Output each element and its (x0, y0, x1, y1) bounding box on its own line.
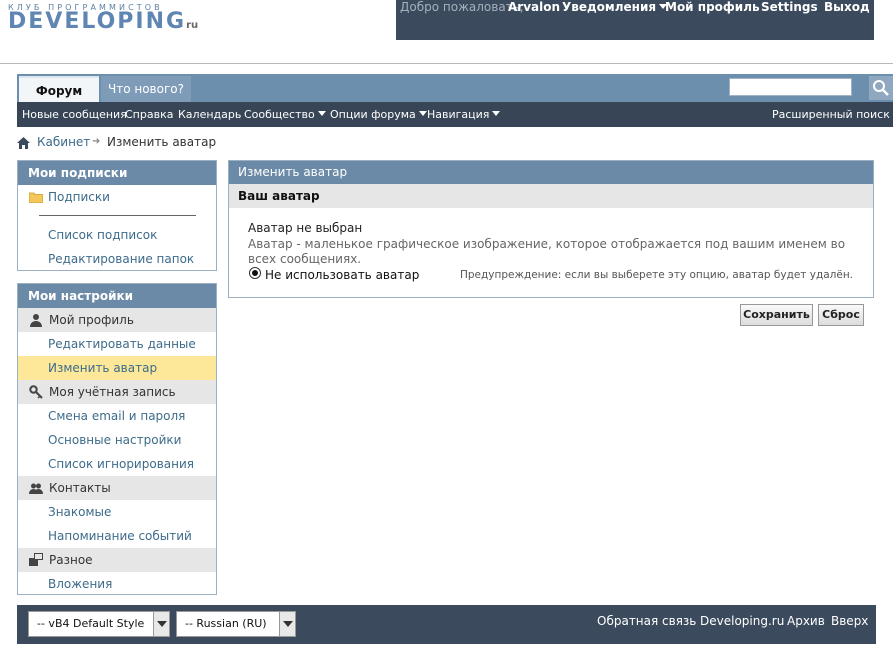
search-input[interactable] (729, 78, 852, 96)
advanced-search-link[interactable]: Расширенный поиск (772, 108, 890, 121)
logo-name: DEVELOPINGru (8, 9, 199, 34)
subnav-forum-options[interactable]: Опции форума (330, 108, 427, 121)
folder-icon (29, 192, 43, 203)
subscription-list-link[interactable]: Список подписок (18, 223, 216, 247)
username-link[interactable]: Arvalon (508, 0, 560, 14)
section-misc: Разное (18, 548, 216, 572)
divider (39, 215, 196, 216)
home-icon[interactable] (17, 137, 30, 149)
welcome-text: Добро пожаловать, (400, 0, 524, 14)
contacts-icon (29, 483, 43, 494)
panel-subtitle: Ваш аватар (229, 184, 873, 208)
logo-suffix: ru (186, 20, 199, 31)
top-link[interactable]: Вверх (831, 614, 868, 628)
subnav-help[interactable]: Справка (125, 108, 173, 121)
change-email-password-link[interactable]: Смена email и пароля (18, 404, 216, 428)
save-button[interactable]: Сохранить (740, 304, 813, 326)
settings-block: Мои настройки Мой профиль Редактировать … (17, 283, 217, 595)
avatar-description: Аватар - маленькое графическое изображен… (248, 237, 846, 266)
top-links: Добро пожаловать, Arvalon Уведомления Мо… (396, 0, 874, 40)
event-reminders-link[interactable]: Напоминание событий (18, 524, 216, 548)
archive-link[interactable]: Архив (787, 614, 825, 628)
home-site-link[interactable]: Developing.ru (700, 614, 784, 628)
subnav-navigation[interactable]: Навигация (427, 108, 501, 121)
breadcrumb-root[interactable]: Кабинет (37, 135, 90, 149)
ignore-list-link[interactable]: Список игнорирования (18, 452, 216, 476)
attachments-link[interactable]: Вложения (18, 572, 216, 596)
edit-details-link[interactable]: Редактировать данные (18, 332, 216, 356)
subscriptions-title: Мои подписки (18, 161, 216, 185)
subscriptions-folder[interactable]: Подписки (18, 185, 216, 209)
settings-title: Мои настройки (18, 284, 216, 308)
sub-navigation: Новые сообщения Справка Календарь Сообще… (17, 102, 893, 127)
change-avatar-link[interactable]: Изменить аватар (18, 356, 216, 380)
search-button[interactable] (869, 76, 893, 100)
header: КЛУБ ПРОГРАММИСТОВ DEVELOPINGru Добро по… (0, 0, 893, 64)
feedback-link[interactable]: Обратная связь (597, 614, 696, 628)
no-avatar-radio[interactable] (249, 267, 261, 279)
edit-folders-link[interactable]: Редактирование папок (18, 247, 216, 271)
no-avatar-radio-label[interactable]: Не использовать аватар (265, 268, 419, 282)
search-icon (873, 80, 889, 96)
chevron-down-icon (492, 111, 501, 116)
key-icon (29, 385, 43, 399)
chevron-down-icon (279, 612, 295, 636)
site-logo[interactable]: КЛУБ ПРОГРАММИСТОВ DEVELOPINGru (8, 3, 198, 36)
warning-text: Предупреждение: если вы выберете эту опц… (460, 269, 854, 281)
language-select[interactable]: -- Russian (RU) (176, 611, 296, 637)
change-avatar-panel: Изменить аватар Ваш аватар Аватар не выб… (228, 160, 874, 298)
footer: -- vB4 Default Style -- Russian (RU) Обр… (17, 605, 876, 644)
chevron-down-icon (153, 612, 169, 636)
subscriptions-block: Мои подписки Подписки Список подписок Ре… (17, 160, 217, 271)
subnav-new-posts[interactable]: Новые сообщения (22, 108, 127, 121)
breadcrumb-arrow-icon: ➜ (92, 136, 101, 147)
section-contacts: Контакты (18, 476, 216, 500)
tab-whats-new[interactable]: Что нового? (101, 76, 191, 102)
chevron-down-icon (317, 111, 326, 116)
settings-link[interactable]: Settings (761, 0, 818, 14)
general-settings-link[interactable]: Основные настройки (18, 428, 216, 452)
my-profile-link[interactable]: Мой профиль (665, 0, 760, 14)
no-avatar-text: Аватар не выбран (248, 221, 363, 235)
section-my-profile: Мой профиль (18, 308, 216, 332)
chevron-down-icon (418, 111, 427, 116)
section-my-account: Моя учётная запись (18, 380, 216, 404)
nav-tabs: Форум Что нового? (17, 74, 893, 102)
user-icon (30, 314, 42, 327)
subnav-community[interactable]: Сообщество (244, 108, 326, 121)
misc-icon (29, 553, 43, 566)
panel-title: Изменить аватар (229, 161, 873, 184)
notifications-menu[interactable]: Уведомления (562, 0, 668, 14)
subnav-calendar[interactable]: Календарь (178, 108, 241, 121)
friends-link[interactable]: Знакомые (18, 500, 216, 524)
logout-link[interactable]: Выход (824, 0, 870, 14)
breadcrumb-current: Изменить аватар (107, 135, 217, 149)
tab-forum[interactable]: Форум (19, 76, 99, 102)
style-select[interactable]: -- vB4 Default Style (28, 611, 170, 637)
reset-button[interactable]: Сброс (818, 304, 864, 326)
